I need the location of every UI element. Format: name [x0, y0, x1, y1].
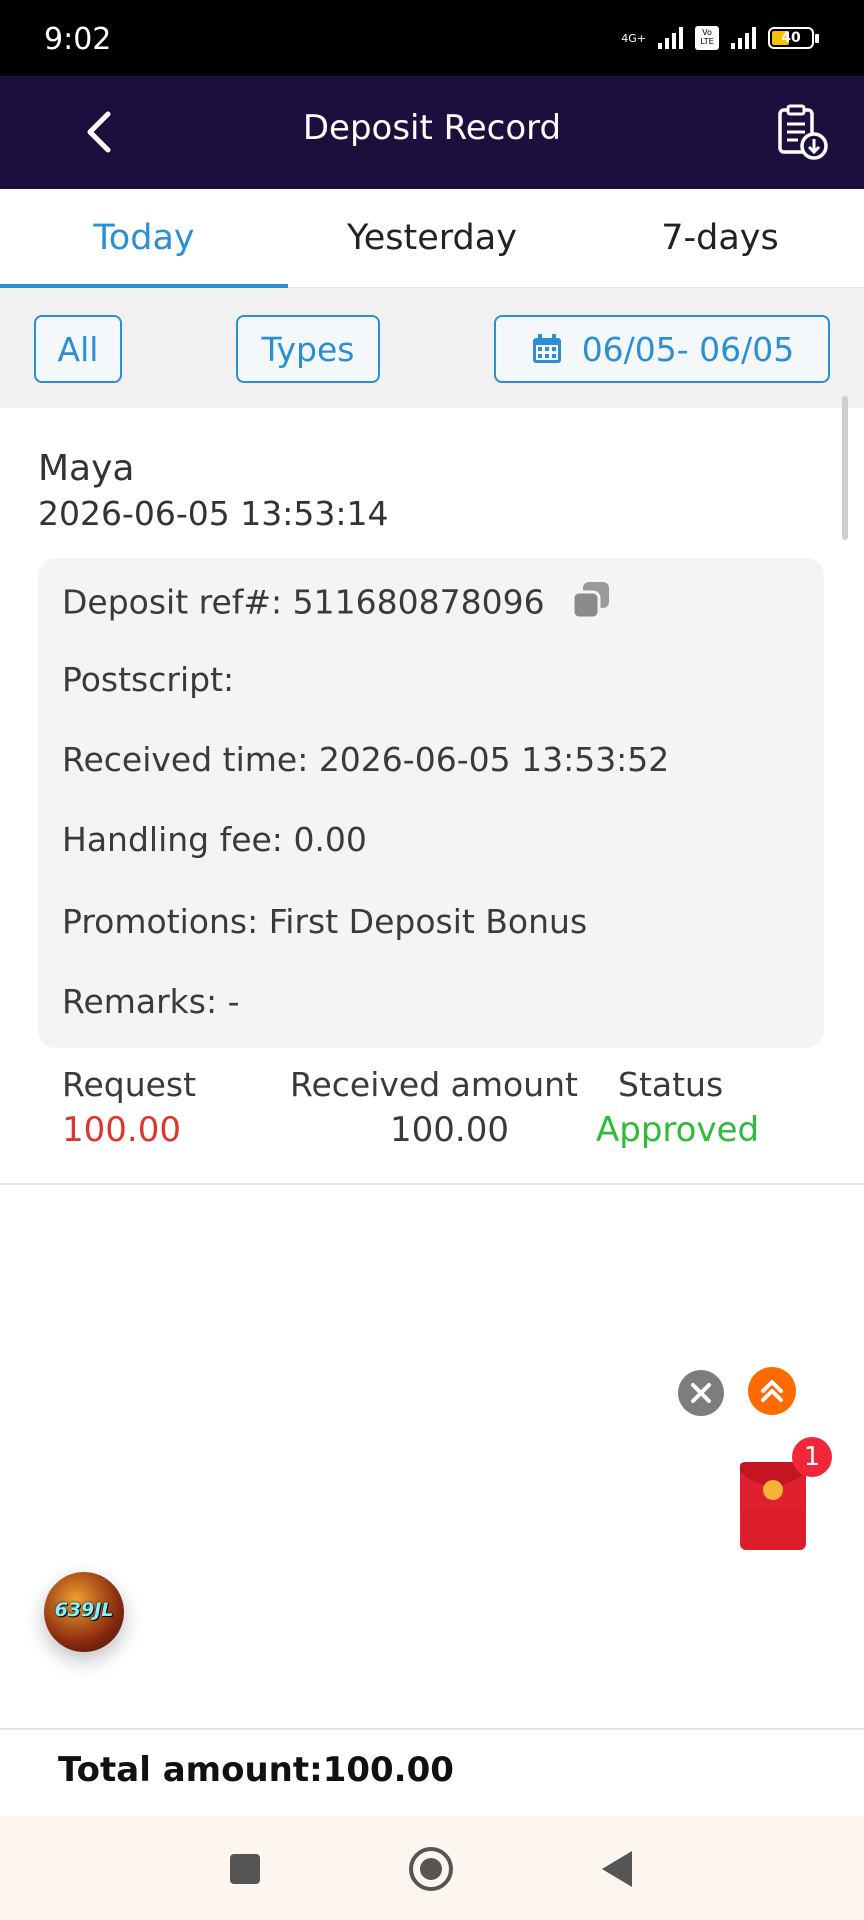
- received-time-value: 2026-06-05 13:53:52: [318, 740, 670, 779]
- filter-all-button[interactable]: All: [34, 315, 122, 383]
- status-time: 9:02: [44, 22, 112, 57]
- received-amount-label: Received amount: [290, 1065, 578, 1104]
- request-label: Request: [62, 1065, 197, 1104]
- tab-yesterday[interactable]: Yesterday: [288, 189, 576, 287]
- record-time: 2026-06-05 13:53:14: [38, 494, 389, 533]
- remarks-label: Remarks:: [62, 982, 218, 1021]
- recent-apps-button[interactable]: [220, 1844, 270, 1894]
- back-nav-button[interactable]: [594, 1844, 644, 1894]
- app-logo-floating-button[interactable]: 639JL: [44, 1572, 124, 1652]
- remarks-row: Remarks: -: [62, 982, 240, 1021]
- deposit-ref-row: Deposit ref#: 511680878096: [62, 578, 613, 630]
- date-range-text: 06/05- 06/05: [581, 329, 795, 369]
- home-circle-icon: [409, 1847, 453, 1891]
- deposit-ref-value: 511680878096: [292, 582, 545, 622]
- total-amount: Total amount:100.00: [58, 1750, 454, 1790]
- handling-fee-row: Handling fee: 0.00: [62, 820, 367, 859]
- double-chevron-up-icon: [761, 1380, 783, 1402]
- copy-icon[interactable]: [569, 578, 613, 630]
- remarks-value: -: [227, 982, 240, 1021]
- received-amount-value: 100.00: [390, 1110, 509, 1150]
- record-details: Deposit ref#: 511680878096 Postscript: R…: [38, 558, 824, 1048]
- handling-fee-label: Handling fee:: [62, 820, 283, 859]
- status-bar: 9:02 4G+ Vo LTE 40: [0, 0, 864, 76]
- status-badge: Approved: [596, 1110, 760, 1150]
- home-button[interactable]: [406, 1844, 456, 1894]
- close-icon: [691, 1383, 711, 1403]
- download-records-button[interactable]: [770, 100, 834, 164]
- app-header: Deposit Record: [0, 76, 864, 189]
- request-amount: 100.00: [62, 1110, 181, 1150]
- deposit-ref-label: Deposit ref#:: [62, 582, 283, 622]
- payment-channel: Maya: [38, 448, 135, 489]
- postscript-row: Postscript:: [62, 660, 234, 699]
- deposit-record-card: Maya 2026-06-05 13:53:14 Deposit ref#: 5…: [0, 408, 864, 1185]
- logo-text: 639JL: [54, 1599, 114, 1621]
- battery-icon: 40: [768, 27, 819, 49]
- page-title: Deposit Record: [302, 108, 562, 148]
- promotions-label: Promotions:: [62, 902, 259, 941]
- battery-level: 40: [781, 30, 801, 46]
- tab-today[interactable]: Today: [0, 189, 288, 287]
- notification-badge: 1: [792, 1437, 832, 1477]
- volte-icon: Vo LTE: [695, 26, 719, 50]
- promotions-value: First Deposit Bonus: [268, 902, 588, 941]
- postscript-label: Postscript:: [62, 660, 235, 699]
- clipboard-download-icon: [778, 104, 828, 160]
- square-icon: [230, 1854, 260, 1884]
- total-bar: Total amount:100.00: [0, 1728, 864, 1818]
- tab-7-days[interactable]: 7-days: [576, 189, 864, 287]
- scroll-top-button[interactable]: [748, 1367, 796, 1415]
- system-nav-bar: [0, 1816, 864, 1920]
- system-indicators: 4G+ Vo LTE 40: [621, 26, 819, 50]
- status-label: Status: [618, 1065, 724, 1104]
- signal-icon: [658, 27, 683, 49]
- received-time-row: Received time: 2026-06-05 13:53:52: [62, 740, 669, 779]
- signal-icon-2: [731, 27, 756, 49]
- red-envelope-button[interactable]: [738, 1460, 808, 1552]
- received-time-label: Received time:: [62, 740, 309, 779]
- close-floating-button[interactable]: [678, 1370, 724, 1416]
- network-type: 4G+: [621, 31, 646, 45]
- date-tabs: Today Yesterday 7-days: [0, 189, 864, 288]
- date-range-picker[interactable]: 06/05- 06/05: [494, 315, 830, 383]
- triangle-back-icon: [602, 1851, 632, 1887]
- filter-bar: All Types 06/05- 06/05: [0, 288, 864, 408]
- filter-types-button[interactable]: Types: [236, 315, 380, 383]
- scrollbar-thumb[interactable]: [842, 396, 848, 540]
- calendar-icon: [532, 334, 561, 363]
- handling-fee-value: 0.00: [293, 820, 367, 859]
- promotions-row: Promotions: First Deposit Bonus: [62, 902, 587, 941]
- red-envelope-icon: [740, 1462, 806, 1550]
